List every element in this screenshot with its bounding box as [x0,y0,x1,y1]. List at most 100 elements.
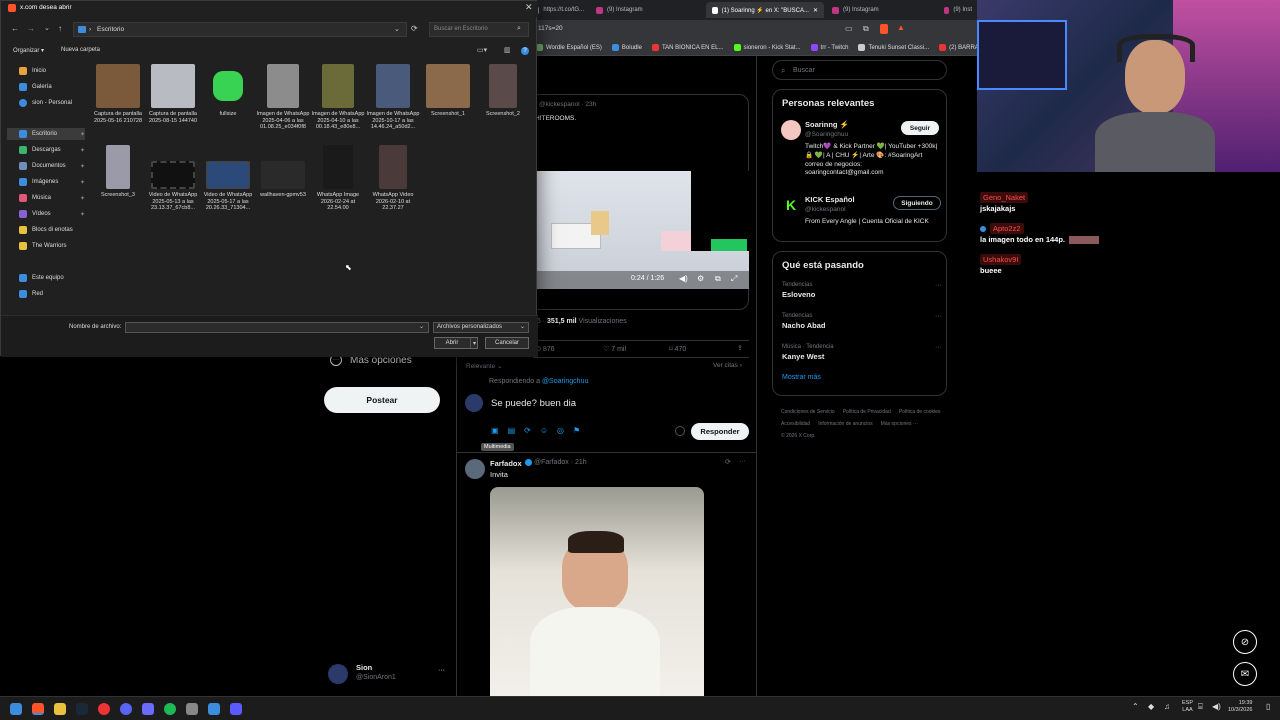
file-item[interactable]: Imagen de WhatsApp 2025-10-17 a las 14.4… [366,64,420,131]
kick-logo-icon[interactable]: K [781,195,801,215]
bookmark-item[interactable]: Tenuki Sunset Classi... [858,43,929,51]
path-breadcrumb[interactable]: › Escritorio ⌄ [73,22,407,37]
trend-more-icon[interactable]: ··· [935,313,942,320]
following-button[interactable]: Siguiendo [893,196,941,210]
file-item[interactable]: Video de WhatsApp 2025-05-13 a las 23.13… [146,161,200,212]
volume-icon[interactable]: ◀) [679,274,688,283]
brave-taskbar-icon[interactable] [32,703,44,715]
trend-item[interactable]: Tendencias Esloveno ··· [782,282,942,299]
cancel-button[interactable]: Cancelar [485,337,529,349]
tray-app-icon[interactable]: ◆ [1148,702,1154,711]
nav-item-red[interactable]: Red [19,288,85,300]
breadcrumb-path[interactable]: Escritorio [97,26,124,33]
nav-item-inicio[interactable]: Inicio [19,65,85,77]
trend-item[interactable]: Tendencias Nacho Abad ··· [782,313,942,330]
view-quotes-link[interactable]: Ver citas › [713,362,742,369]
bookmark-item[interactable]: Boludle [611,43,642,51]
quoted-tweet-card[interactable]: @kickespanol · 23h HITEROOMS. 0:24 / 1:2… [530,94,749,310]
up-arrow-icon[interactable]: ↑ [58,24,62,33]
browser-tab-2[interactable]: (9) Instagram [590,2,700,18]
fullscreen-icon[interactable]: ⤢ [731,274,737,284]
bookmark-item[interactable]: Wordle Español (ES) [536,43,602,51]
new-folder-button[interactable]: Nueva carpeta [61,47,100,53]
file-item[interactable]: wallhaven-gpmv53 [256,161,310,199]
nav-item-onedrive[interactable]: sion - Personal [19,97,85,109]
chrome-icon[interactable] [98,703,110,715]
browser-tab-active[interactable]: (1) Soarinng ⚡ en X: "BUSCA... ✕ [706,2,824,18]
footer-link[interactable]: Política de cookies [899,406,941,418]
account-switcher[interactable]: Sion @SionAron1 ··· [328,659,450,689]
show-more-link[interactable]: Mostrar más [782,374,821,381]
file-item[interactable]: Imagen de WhatsApp 2025-04-06 a las 01.0… [256,64,310,131]
footer-link[interactable]: Política de Privacidad [843,406,891,418]
nav-item-este-equipo[interactable]: Este equipo [19,272,85,284]
bookmark-item[interactable]: (2) BARRA [939,43,979,51]
reply-author-avatar[interactable] [465,459,485,479]
steam-icon[interactable] [76,703,88,715]
file-item[interactable]: Screenshot_1 [421,64,475,118]
recent-chevron-icon[interactable]: ⌄ [44,24,50,32]
file-item[interactable]: WhatsApp Image 2026-02-24 at 22.54.00 [311,145,365,212]
bookmark-item[interactable]: TAN BIONICA EN EL... [651,43,724,51]
grok-float-icon[interactable]: ⊘ [1233,630,1257,654]
messages-float-icon[interactable]: ✉ [1233,662,1257,686]
file-item[interactable]: Screenshot_3 [91,145,145,199]
nav-item-galeria[interactable]: Galería [19,81,85,93]
nav-item-warriors[interactable]: The Warriors [19,240,85,252]
file-item[interactable]: Video de WhatsApp 2025-05-17 a las 20.26… [201,161,255,212]
language-indicator[interactable]: ESP LAA [1182,700,1193,713]
notification-icon[interactable]: ▯ [1266,702,1270,711]
bookmark-item[interactable]: sioneron - Kick Stat... [733,43,801,51]
file-item[interactable]: Screenshot_2 [476,64,530,118]
trend-more-icon[interactable]: ··· [935,344,942,351]
footer-link[interactable]: Más opciones ··· [881,418,918,430]
browser-tab-4[interactable]: (9) Instagram [826,2,936,18]
more-icon[interactable]: ··· [739,458,746,465]
preview-pane-icon[interactable]: ▥ [504,46,511,54]
video-player[interactable]: 0:24 / 1:26 ◀) ⚙ ⧉ ⤢ [531,171,749,289]
post-button[interactable]: Postear [324,387,440,413]
app-icon[interactable] [142,703,154,715]
like-action[interactable]: ♡ 7 mil [603,345,626,353]
bookmark-action[interactable]: ⌑ 470 [669,345,686,353]
view-mode-icon[interactable]: ▭▾ [477,46,487,54]
file-item[interactable]: Imagen de WhatsApp 2025-04-10 a las 00.1… [311,64,365,131]
tray-chevron-icon[interactable]: ⌃ [1132,702,1139,711]
reply-tweet[interactable]: Farfadox @Farfadox · 21h ⟳ ··· Invita [457,452,756,696]
refresh-icon[interactable]: ⟳ [411,24,418,33]
install-app-icon[interactable]: ▭ [845,24,853,33]
file-item[interactable]: WhatsApp Video 2026-02-10 at 22.37.27 [366,145,420,212]
filetype-select[interactable]: Archivos personalizados ⌄ [433,322,529,333]
emoji-icon[interactable]: ☺ [540,426,548,435]
clock[interactable]: 19:39 10/3/2026 [1228,700,1252,714]
file-item[interactable]: fullsize [201,64,255,118]
file-item[interactable]: Captura de pantalla 2025-05-16 210728 [91,64,145,124]
organize-button[interactable]: Organizar ▾ [13,47,44,54]
footer-link[interactable]: Información de anuncios [818,418,872,430]
dialog-close-icon[interactable]: ✕ [525,2,533,13]
person1-avatar[interactable] [781,120,801,140]
start-icon[interactable] [10,703,22,715]
nav-item-blocs[interactable]: Blocs di enotas [19,224,85,236]
replying-to-handle[interactable]: @Soaringchuu [542,378,588,385]
footer-link[interactable]: Accesibilidad [781,418,810,430]
file-item[interactable]: Captura de pantalla 2025-08-15 144740 [146,64,200,124]
gif-icon[interactable]: ▤ [508,426,516,435]
nav-item-documentos[interactable]: Documentos ✦ [19,160,85,172]
schedule-icon[interactable]: ⚑ [573,426,580,435]
help-icon[interactable]: ? [521,47,529,55]
reply-author-name[interactable]: Farfadox [490,459,522,468]
volume-icon[interactable]: ◀) [1212,702,1221,711]
reply-text-input[interactable]: Se puede? buen dia [491,398,576,409]
bookmark-item[interactable]: trr - Twitch [810,43,848,51]
grok-icon[interactable]: ⟳ [725,458,731,466]
nav-item-videos[interactable]: Vídeos ✦ [19,208,85,220]
person2-name[interactable]: KICK Español [805,195,855,204]
open-dropdown-icon[interactable]: ▾ [470,338,478,348]
open-button[interactable]: Abrir [435,338,469,348]
dialog-search-input[interactable]: Buscar en Escritorio ⌕ [429,22,529,37]
nav-item-musica[interactable]: Música ✦ [19,192,85,204]
nav-item-descargas[interactable]: Descargas ✦ [19,144,85,156]
person1-name[interactable]: Soarinng ⚡ [805,120,849,129]
reply-button[interactable]: Responder [691,423,749,440]
